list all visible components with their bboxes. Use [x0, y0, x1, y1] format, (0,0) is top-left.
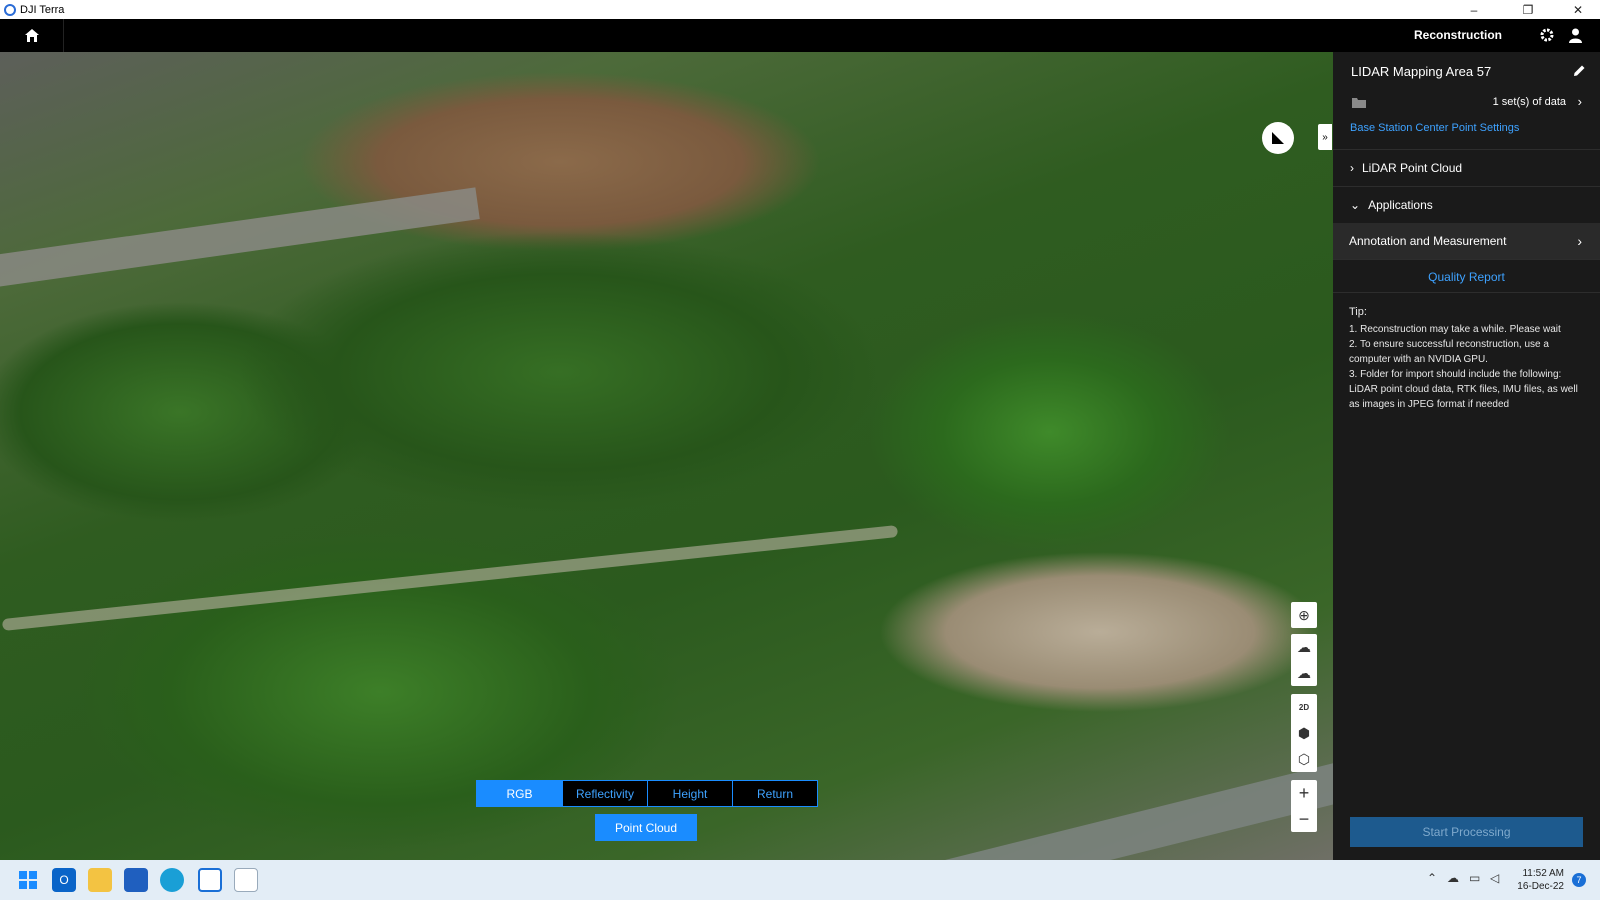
- chevron-up-icon[interactable]: ⌃: [1427, 871, 1437, 885]
- chevron-right-icon: ›: [1577, 233, 1582, 249]
- view-2d-button[interactable]: 2D: [1291, 694, 1317, 720]
- home-icon: [24, 29, 39, 42]
- globe-icon: ⊕: [1298, 606, 1310, 623]
- notification-badge[interactable]: 7: [1572, 873, 1586, 887]
- chevron-right-icon: ›: [1577, 94, 1582, 109]
- divider: [1333, 259, 1600, 260]
- reflectivity-mode-tab[interactable]: Reflectivity: [562, 781, 647, 806]
- map-road: [0, 187, 480, 289]
- data-sets-count: 1 set(s) of data: [1492, 96, 1566, 108]
- zoom-controls: + −: [1291, 780, 1317, 832]
- point-cloud-button[interactable]: Point Cloud: [595, 814, 697, 841]
- quality-report-link[interactable]: Quality Report: [1333, 270, 1600, 284]
- zoom-in-button[interactable]: +: [1291, 780, 1317, 806]
- color-mode-switch: RGB Reflectivity Height Return: [476, 780, 818, 807]
- dji-terra-taskbar-icon[interactable]: [234, 868, 258, 892]
- return-mode-tab[interactable]: Return: [732, 781, 817, 806]
- height-mode-tab[interactable]: Height: [647, 781, 732, 806]
- clock-date: 16-Dec-22: [1517, 881, 1564, 892]
- project-side-panel: LIDAR Mapping Area 57 1 set(s) of data ›…: [1333, 52, 1600, 860]
- cloud-download-button[interactable]: ☁: [1291, 660, 1317, 686]
- lidar-point-cloud-section[interactable]: › LiDAR Point Cloud: [1333, 150, 1600, 186]
- system-clock[interactable]: 11:52 AM 16-Dec-22: [1517, 867, 1564, 893]
- close-button[interactable]: ✕: [1560, 0, 1596, 19]
- cloud-upload-button[interactable]: ☁: [1291, 634, 1317, 660]
- notepad-icon[interactable]: [124, 868, 148, 892]
- rgb-mode-tab[interactable]: RGB: [477, 781, 562, 806]
- edge-browser-icon[interactable]: [160, 868, 184, 892]
- chevron-right-icon: ›: [1350, 161, 1354, 175]
- divider: [1333, 292, 1600, 293]
- view-3d-alt-button[interactable]: ⬡: [1291, 746, 1317, 772]
- annotation-label: Annotation and Measurement: [1349, 234, 1507, 248]
- reconstruction-mode-label[interactable]: Reconstruction: [1414, 19, 1502, 52]
- view-group-cloud: ☁ ☁: [1291, 634, 1317, 686]
- restore-button[interactable]: ❐: [1510, 0, 1546, 19]
- collapse-panel-button[interactable]: »: [1318, 124, 1332, 150]
- project-title: LIDAR Mapping Area 57: [1351, 64, 1492, 79]
- teamviewer-icon[interactable]: [198, 868, 222, 892]
- map-path: [1, 524, 899, 632]
- user-icon: [1569, 28, 1582, 43]
- compass-icon: [1272, 132, 1284, 144]
- dji-terra-app-icon: [4, 3, 16, 16]
- zoom-out-button[interactable]: −: [1291, 806, 1317, 832]
- cube-alt-icon: ⬡: [1297, 750, 1311, 767]
- minimize-button[interactable]: –: [1456, 0, 1492, 19]
- cloud-down-icon: ☁: [1297, 664, 1311, 681]
- annotation-measurement-item[interactable]: Annotation and Measurement ›: [1333, 223, 1600, 259]
- window-titlebar: DJI Terra – ❐ ✕: [0, 0, 1600, 19]
- start-processing-button[interactable]: Start Processing: [1350, 817, 1583, 847]
- app-topbar: Reconstruction: [0, 19, 1600, 52]
- map-road: [863, 744, 1333, 860]
- base-station-settings-link[interactable]: Base Station Center Point Settings: [1333, 122, 1600, 134]
- tip-line: 2. To ensure successful reconstruction, …: [1349, 339, 1549, 365]
- view-group-dim: 2D ⬢ ⬡: [1291, 694, 1317, 772]
- view-3d-button[interactable]: ⬢: [1291, 720, 1317, 746]
- windows-start-button[interactable]: [16, 868, 40, 892]
- network-icon[interactable]: ▭: [1469, 871, 1480, 885]
- view-group-top: ⊕: [1291, 602, 1317, 628]
- windows-icon: [19, 871, 37, 889]
- os-taskbar: O ⌃ ☁ ▭ ◁ 11:52 AM 16-Dec-22 7: [0, 860, 1600, 900]
- user-account-button[interactable]: [1568, 27, 1583, 48]
- clock-time: 11:52 AM: [1522, 868, 1564, 879]
- gear-icon: [1540, 28, 1554, 42]
- settings-button[interactable]: [1539, 27, 1555, 48]
- compass-button[interactable]: [1262, 122, 1294, 154]
- cube-icon: ⬢: [1297, 724, 1311, 741]
- edit-project-button[interactable]: [1572, 64, 1586, 83]
- file-explorer-icon[interactable]: [88, 868, 112, 892]
- outlook-icon[interactable]: O: [52, 868, 76, 892]
- tip-line: 1. Reconstruction may take a while. Plea…: [1349, 324, 1561, 335]
- chevron-down-icon: ⌄: [1350, 198, 1361, 212]
- tip-heading: Tip:: [1349, 306, 1367, 318]
- home-button[interactable]: [0, 19, 64, 52]
- pencil-icon: [1574, 65, 1585, 76]
- data-sets-row[interactable]: 1 set(s) of data ›: [1333, 92, 1600, 116]
- lidar-point-cloud-label: LiDAR Point Cloud: [1362, 161, 1463, 175]
- applications-section[interactable]: ⌄ Applications: [1333, 187, 1600, 223]
- applications-label: Applications: [1368, 198, 1433, 212]
- tip-box: Tip: 1. Reconstruction may take a while.…: [1333, 305, 1600, 412]
- folder-icon: [1351, 96, 1367, 114]
- globe-view-button[interactable]: ⊕: [1291, 602, 1317, 628]
- tip-line: 3. Folder for import should include the …: [1349, 369, 1578, 410]
- point-cloud-viewport[interactable]: » ⊕ ☁ ☁ 2D ⬢ ⬡ + − RGB Reflectivity Heig…: [0, 52, 1333, 860]
- window-title: DJI Terra: [20, 3, 65, 16]
- cloud-up-icon: ☁: [1297, 638, 1311, 655]
- volume-icon[interactable]: ◁: [1490, 871, 1499, 885]
- onedrive-icon[interactable]: ☁: [1447, 871, 1459, 885]
